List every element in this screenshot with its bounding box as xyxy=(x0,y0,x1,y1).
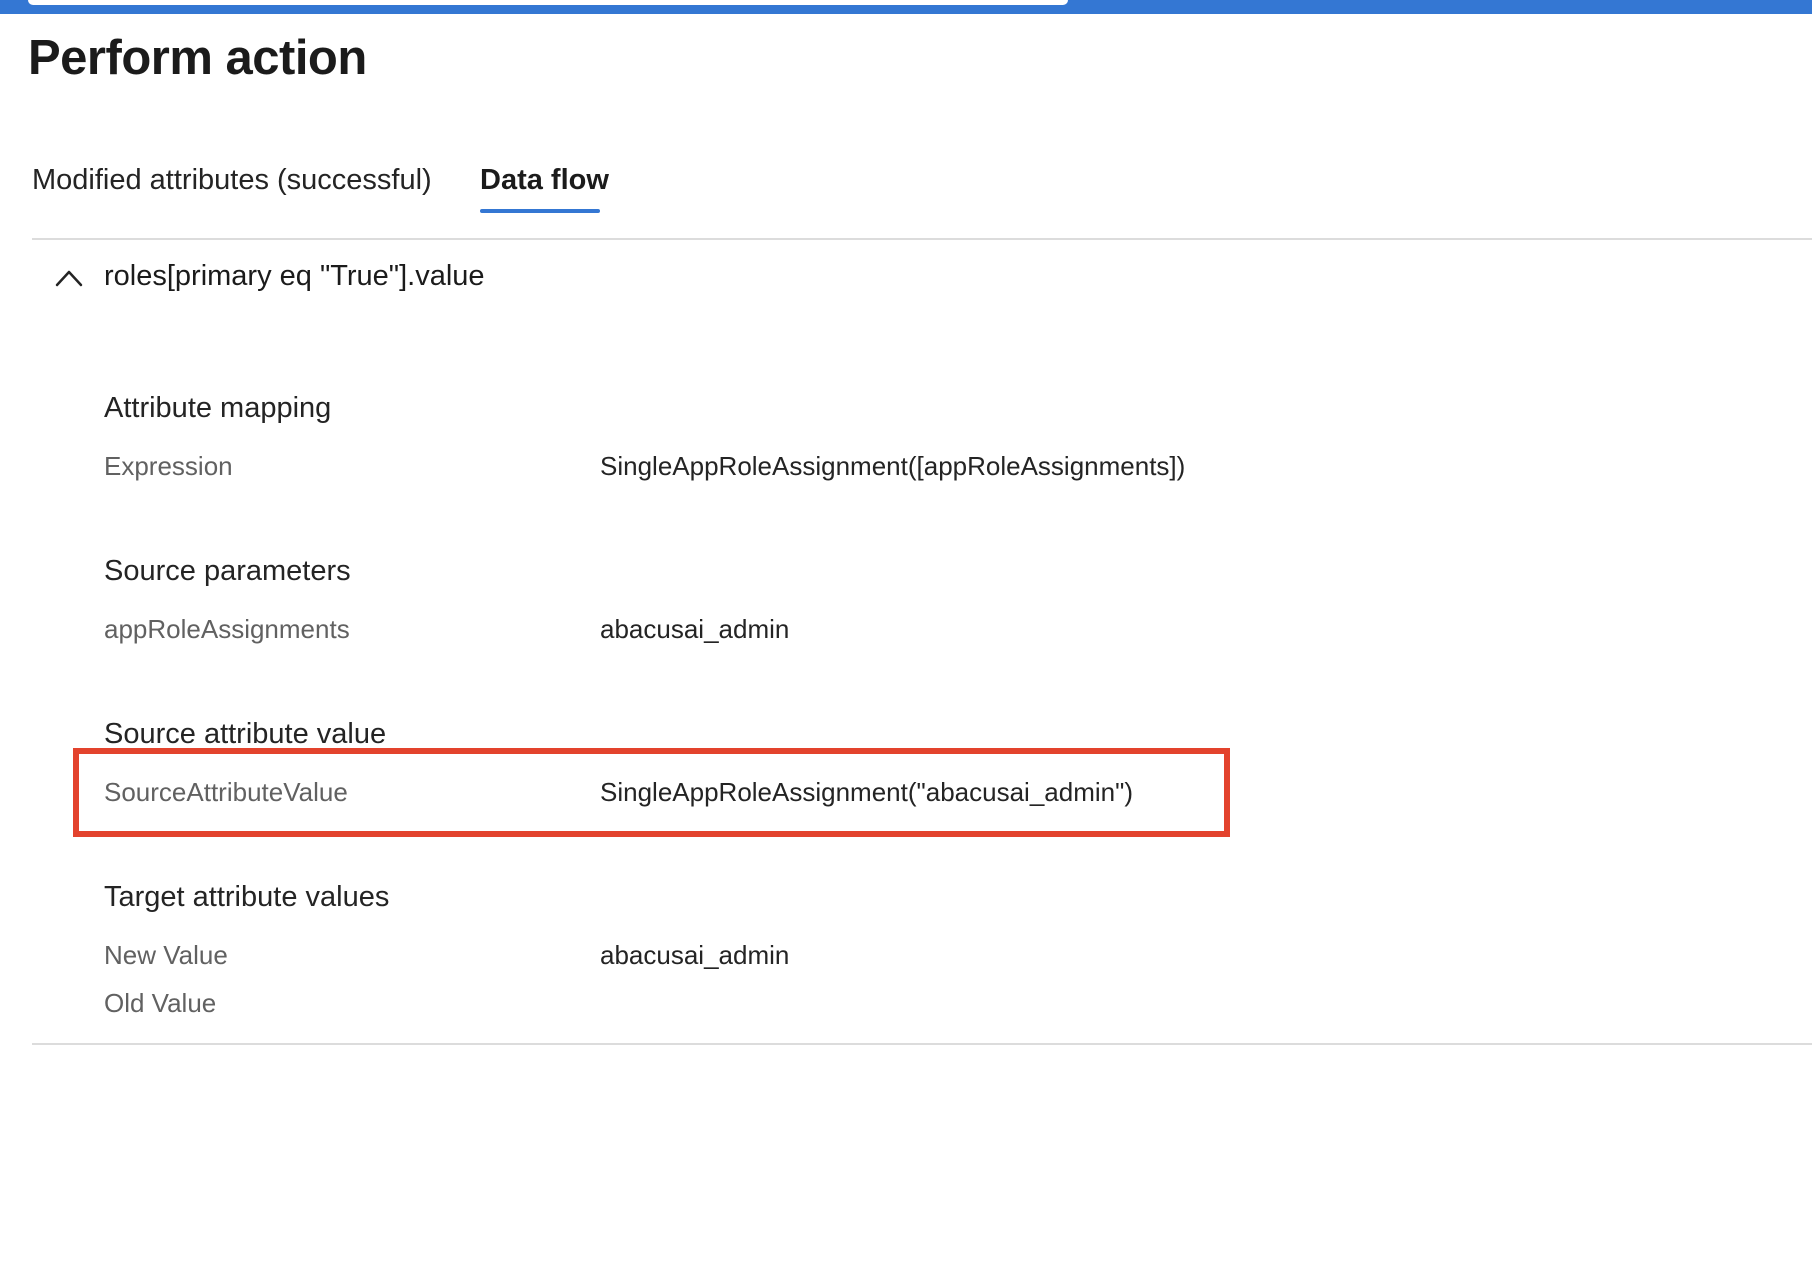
section-divider-bottom xyxy=(32,1043,1812,1045)
section-divider-top xyxy=(32,238,1812,240)
chevron-up-icon[interactable] xyxy=(54,266,84,288)
attribute-mapping-heading: Attribute mapping xyxy=(104,392,332,424)
tab-modified-attributes[interactable]: Modified attributes (successful) xyxy=(32,160,432,200)
expression-label: Expression xyxy=(104,451,233,481)
tab-data-flow[interactable]: Data flow xyxy=(480,160,609,200)
app-role-assignments-value: abacusai_admin xyxy=(600,614,790,644)
target-attribute-values-heading: Target attribute values xyxy=(104,881,390,913)
search-box[interactable] xyxy=(28,0,1068,5)
new-value-value: abacusai_admin xyxy=(600,940,790,970)
source-parameters-heading: Source parameters xyxy=(104,555,351,587)
old-value-label: Old Value xyxy=(104,988,217,1018)
selected-tab-indicator xyxy=(480,209,600,213)
page-title: Perform action xyxy=(28,31,367,85)
highlight-annotation-box xyxy=(73,748,1230,837)
collapsible-section-title[interactable]: roles[primary eq "True"].value xyxy=(104,256,485,296)
top-header-bar xyxy=(0,0,1812,14)
expression-value: SingleAppRoleAssignment([appRoleAssignme… xyxy=(600,451,1186,481)
app-role-assignments-label: appRoleAssignments xyxy=(104,614,350,644)
new-value-label: New Value xyxy=(104,940,228,970)
